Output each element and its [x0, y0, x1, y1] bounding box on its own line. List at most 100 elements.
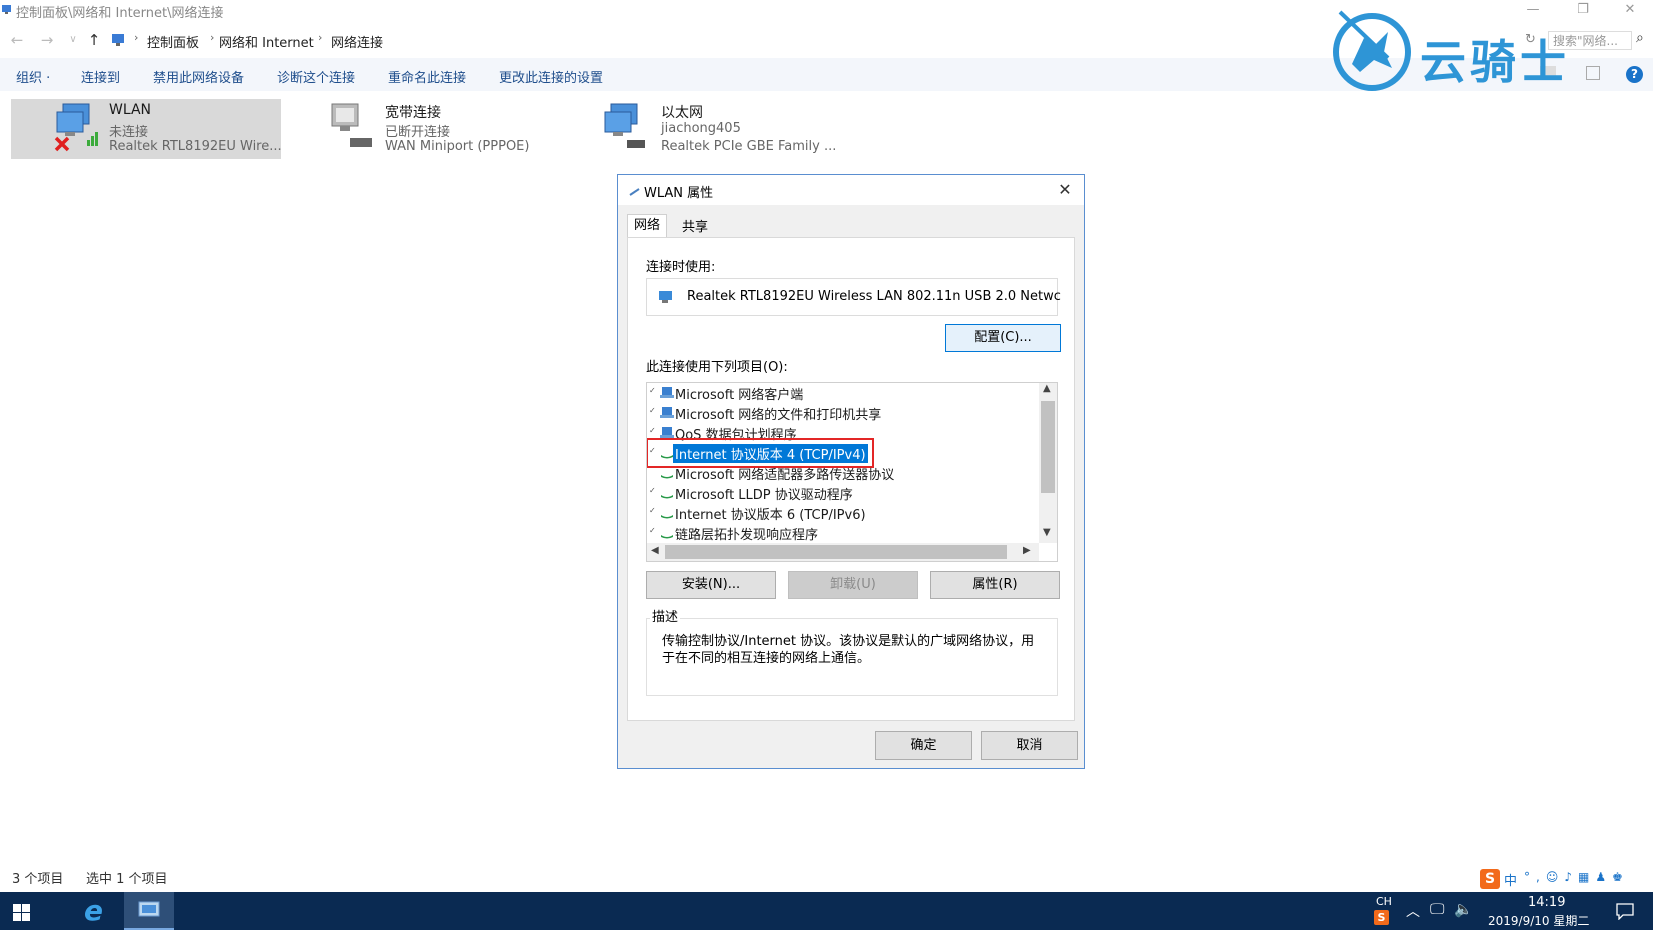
list-item[interactable]: ✓ Microsoft 网络客户端 — [647, 383, 1037, 404]
sogou-ime-icon[interactable]: S — [1480, 869, 1500, 889]
list-item[interactable]: ✓ Microsoft LLDP 协议驱动程序 — [647, 483, 1037, 504]
clock-date[interactable]: 2019/9/10 星期二 — [1488, 912, 1589, 929]
connection-device: Realtek RTL8192EU Wire... — [109, 139, 282, 154]
knight-logo-icon — [1333, 10, 1411, 91]
connection-name: 宽带连接 — [385, 105, 441, 121]
checkbox-icon[interactable] — [649, 467, 657, 475]
scroll-down-icon[interactable]: ▼ — [1043, 527, 1051, 538]
protocol-icon — [661, 535, 673, 539]
description-text-line2: 于在不同的相互连接的网络上通信。 — [662, 651, 871, 666]
search-icon[interactable]: ⌕ — [1636, 30, 1644, 46]
ime-tool-icons[interactable]: °,☺♪▦♟♚ — [1524, 870, 1629, 884]
item-count: 3 个项目 — [12, 872, 64, 887]
watermark-text: 云骑士 — [1420, 35, 1570, 89]
taskbar-network-window-button[interactable] — [124, 892, 174, 930]
show-hidden-icons-chevron-up-icon[interactable]: ︿ — [1406, 901, 1420, 921]
broadband-computer-icon — [331, 103, 372, 147]
install-button[interactable]: 安装(N)... — [646, 571, 776, 599]
components-list[interactable]: ✓ Microsoft 网络客户端 ✓ Microsoft 网络的文件和打印机共… — [646, 382, 1058, 562]
network-adapter-icon — [629, 188, 640, 196]
connection-item-ethernet[interactable]: 以太网 jiachong405 Realtek PCIe GBE Family … — [561, 99, 836, 159]
change-settings-button[interactable]: 更改此连接的设置 — [499, 67, 603, 86]
action-center-icon[interactable] — [1616, 903, 1634, 920]
tab-network[interactable]: 网络 — [627, 214, 668, 238]
control-panel-window-icon — [138, 901, 160, 917]
connection-item-broadband[interactable]: 宽带连接 已断开连接 WAN Miniport (PPPOE) — [286, 99, 556, 159]
breadcrumb-separator: › — [210, 31, 215, 44]
taskbar-ie-button[interactable]: e — [72, 892, 122, 930]
description-label: 描述 — [650, 606, 681, 625]
breadcrumb-separator: › — [134, 31, 139, 44]
checkbox-icon[interactable]: ✓ — [649, 427, 657, 435]
clock-time[interactable]: 14:19 — [1528, 895, 1565, 910]
list-item[interactable]: ✓ 链路层拓扑发现响应程序 — [647, 523, 1037, 544]
network-folder-icon — [112, 34, 124, 46]
selected-count: 选中 1 个项目 — [86, 872, 168, 887]
horizontal-scrollbar[interactable]: ◀ ▶ — [647, 543, 1039, 561]
checkbox-icon[interactable]: ✓ — [649, 487, 657, 495]
checkbox-icon[interactable]: ✓ — [649, 507, 657, 515]
organize-menu[interactable]: 组织 · — [16, 67, 50, 86]
connection-status: 已断开连接 — [385, 125, 451, 140]
network-tab-pane: 连接时使用: Realtek RTL8192EU Wireless LAN 80… — [627, 237, 1075, 721]
scroll-thumb[interactable] — [665, 545, 1007, 559]
watermark-logo: 云骑士 — [1330, 4, 1630, 96]
dialog-title: WLAN 属性 — [644, 186, 714, 201]
dialog-close-button[interactable]: ✕ — [1053, 179, 1077, 201]
connect-to-button[interactable]: 连接到 — [81, 67, 120, 86]
breadcrumb-control-panel[interactable]: 控制面板 — [147, 32, 199, 51]
ok-button[interactable]: 确定 — [875, 731, 972, 760]
ime-toolbar[interactable]: S 中 °,☺♪▦♟♚ — [1480, 869, 1650, 889]
connect-using-label: 连接时使用: — [646, 260, 716, 275]
windows-start-icon[interactable] — [13, 904, 30, 921]
checkbox-icon[interactable]: ✓ — [649, 527, 657, 535]
control-panel-icon — [2, 5, 11, 14]
sogou-tray-icon[interactable]: S — [1374, 910, 1389, 925]
cancel-button[interactable]: 取消 — [981, 731, 1078, 760]
disconnected-x-icon — [54, 136, 70, 152]
window-title: 控制面板\网络和 Internet\网络连接 — [16, 6, 224, 21]
input-language[interactable]: CH — [1376, 895, 1392, 908]
list-item[interactable]: Microsoft 网络适配器多路传送器协议 — [647, 463, 1037, 483]
connection-status: jiachong405 — [661, 121, 741, 136]
ethernet-computer-icon — [604, 103, 645, 148]
checkbox-icon[interactable]: ✓ — [649, 407, 657, 415]
protocol-icon — [661, 475, 673, 479]
connection-item-wlan[interactable]: WLAN 未连接 Realtek RTL8192EU Wire... — [11, 99, 282, 159]
internet-explorer-icon: e — [84, 894, 103, 927]
adapter-field: Realtek RTL8192EU Wireless LAN 802.11n U… — [646, 278, 1061, 316]
back-icon[interactable]: ← — [8, 31, 26, 49]
rename-button[interactable]: 重命名此连接 — [388, 67, 466, 86]
configure-button[interactable]: 配置(C)... — [945, 324, 1061, 352]
scroll-thumb[interactable] — [1041, 401, 1055, 493]
up-arrow-icon[interactable]: ↑ — [85, 31, 103, 49]
connection-name: WLAN — [109, 102, 152, 118]
list-item[interactable]: ✓ Internet 协议版本 6 (TCP/IPv6) — [647, 503, 1037, 524]
items-label: 此连接使用下列项目(O): — [646, 360, 788, 375]
network-tray-icon[interactable]: 🖵 — [1430, 900, 1444, 918]
breadcrumb-network-internet[interactable]: 网络和 Internet — [219, 32, 314, 51]
protocol-icon — [661, 515, 673, 519]
scroll-up-icon[interactable]: ▲ — [1043, 383, 1051, 394]
connection-name: 以太网 — [661, 105, 703, 121]
volume-icon[interactable]: 🔈 — [1454, 900, 1473, 918]
list-item[interactable]: ✓ Microsoft 网络的文件和打印机共享 — [647, 403, 1037, 424]
scroll-left-icon[interactable]: ◀ — [651, 545, 659, 556]
file-sharing-icon — [660, 407, 674, 418]
forward-icon[interactable]: → — [38, 31, 56, 49]
dialog-title-bar: WLAN 属性 ✕ — [618, 175, 1084, 205]
uninstall-button: 卸载(U) — [788, 571, 918, 599]
ime-mode[interactable]: 中 — [1504, 870, 1517, 889]
properties-button[interactable]: 属性(R) — [930, 571, 1060, 599]
network-card-icon — [659, 291, 672, 303]
disable-device-button[interactable]: 禁用此网络设备 — [153, 67, 244, 86]
scroll-right-icon[interactable]: ▶ — [1023, 545, 1031, 556]
wlan-properties-dialog: WLAN 属性 ✕ 网络 共享 连接时使用: Realtek RTL8192EU… — [617, 174, 1085, 769]
protocol-icon — [661, 495, 673, 499]
connection-device: WAN Miniport (PPPOE) — [385, 139, 530, 154]
checkbox-icon[interactable]: ✓ — [649, 387, 657, 395]
recent-chevron-down-icon[interactable]: ∨ — [64, 34, 82, 45]
breadcrumb-network-connections[interactable]: 网络连接 — [331, 32, 383, 51]
vertical-scrollbar[interactable]: ▲ ▼ — [1039, 383, 1057, 543]
diagnose-button[interactable]: 诊断这个连接 — [277, 67, 355, 86]
